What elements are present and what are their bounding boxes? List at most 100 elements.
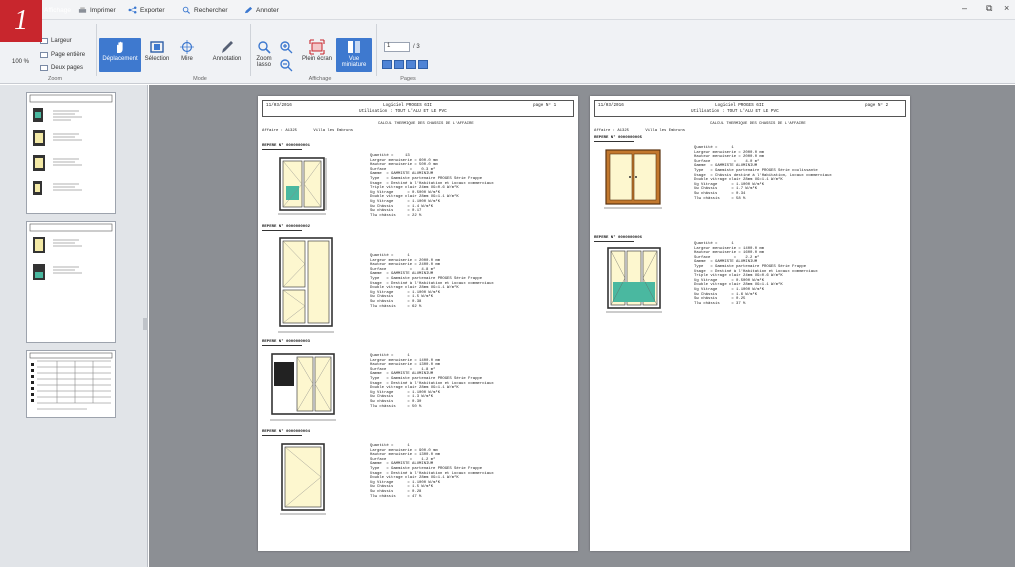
repere-underline [594, 141, 634, 142]
tab-imprimer[interactable]: Imprimer [78, 4, 116, 16]
first-page-button[interactable] [382, 60, 392, 69]
group-label-mode: Mode [193, 76, 207, 82]
page-number: page N° 1 [533, 103, 557, 108]
repere-underline [262, 230, 302, 231]
share-icon [128, 6, 137, 14]
tab-affichage-label: Affichage [44, 6, 71, 14]
spec-block-6: Quantité = 1 Largeur menuiserie = 1400.0… [694, 242, 818, 306]
crosshair-icon [177, 38, 197, 56]
zoom-largeur-button[interactable]: Largeur [40, 38, 72, 44]
selection-button[interactable]: Sélection [143, 38, 171, 62]
thumbnail-page-3-preview [29, 352, 113, 410]
window-drawing-6 [606, 247, 662, 313]
page-number-value: 1 [387, 43, 391, 49]
plein-ecran-button[interactable]: Plein écran [300, 38, 334, 62]
vue-miniature-label: Vue miniature [341, 56, 367, 68]
search-icon [182, 6, 191, 14]
zoom-in-icon [254, 38, 274, 56]
page-header: 11/03/2016 Logiciel PROGES 6II Utilisati… [262, 100, 574, 117]
repere-underline [262, 435, 302, 436]
repere-heading: REPERE N° 0000000004 [262, 430, 311, 434]
ribbon-separator [376, 24, 377, 76]
ribbon-separator [250, 24, 251, 76]
affaire-line: Affaire : A1325 Villa les Embruns [262, 129, 354, 133]
zoom-in-button[interactable]: Zoom lasso [253, 38, 275, 68]
repere-underline [262, 149, 302, 150]
thumbnail-view-icon [344, 38, 364, 56]
deplacement-label: Déplacement [102, 56, 138, 62]
page-icon [40, 52, 48, 58]
group-label-affichage: Affichage [308, 76, 332, 82]
thumbnail-page-1[interactable] [26, 92, 116, 214]
thumbnail-page-1-preview [29, 94, 113, 195]
spec-block-1: Quantité = 13 Largeur menuiserie = 600.0… [370, 154, 494, 218]
zoom-page-entiere-button[interactable]: Page entière [40, 52, 85, 58]
repere-underline [262, 345, 302, 346]
next-page-button[interactable] [406, 60, 416, 69]
step-badge: 1 [0, 0, 42, 42]
spec-block-5: Quantité = 1 Largeur menuiserie = 2000.0… [694, 146, 832, 201]
window-drawing-4 [280, 443, 326, 515]
thumbnail-panel [0, 85, 148, 567]
tab-imprimer-label: Imprimer [90, 6, 116, 14]
page-total: / 3 [413, 44, 420, 50]
tab-affichage[interactable]: Affichage [44, 4, 71, 16]
thumbnail-page-3[interactable] [26, 350, 116, 418]
page-title: CALCUL THERMIQUE DES CHASSIS DE L'AFFAIR… [378, 122, 474, 126]
zoom-minus-button[interactable] [278, 56, 294, 74]
plein-ecran-label: Plein écran [301, 56, 333, 62]
thumbnail-page-2[interactable] [26, 221, 116, 343]
page-software: Logiciel PROGES 6II [715, 103, 764, 108]
repere-heading: REPERE N° 0000000005 [594, 136, 643, 140]
selection-icon [147, 38, 167, 56]
vue-miniature-button[interactable]: Vue miniature [336, 38, 372, 72]
zoom-largeur-label: Largeur [51, 38, 72, 44]
tab-rechercher[interactable]: Rechercher [182, 4, 228, 16]
ribbon-separator [96, 24, 97, 76]
two-pages-icon [40, 65, 48, 71]
zoom-plus-button[interactable] [278, 38, 294, 56]
window-drawing-5 [604, 149, 662, 209]
deplacement-button[interactable]: Déplacement [99, 38, 141, 72]
panel-splitter[interactable] [143, 318, 148, 330]
annotation-button[interactable]: Annotation [209, 38, 245, 62]
group-label-zoom: Zoom [47, 76, 63, 82]
tab-annoter[interactable]: Annoter [244, 4, 279, 16]
spec-block-2: Quantité = 1 Largeur menuiserie = 2000.0… [370, 254, 494, 309]
spec-block-4: Quantité = 1 Largeur menuiserie = 900.0 … [370, 444, 494, 499]
repere-underline [594, 241, 634, 242]
pen-icon [217, 38, 237, 56]
document-page-1: 11/03/2016 Logiciel PROGES 6II Utilisati… [258, 96, 578, 551]
window-drawing-1 [278, 157, 327, 215]
affaire-line: Affaire : A1325 Villa les Embruns [594, 129, 686, 133]
document-page-2: 11/03/2016 Logiciel PROGES 6II Utilisati… [590, 96, 910, 551]
window-drawing-2 [278, 237, 334, 333]
repere-heading: REPERE N° 0000000002 [262, 225, 311, 229]
page-number-input[interactable]: 1 [384, 42, 410, 52]
mire-label: Mire [181, 56, 193, 62]
close-button[interactable]: × [1004, 3, 1009, 13]
page-date: 11/03/2016 [598, 103, 624, 108]
zoom-deux-pages-button[interactable]: Deux pages [40, 65, 83, 71]
page-software: Logiciel PROGES 6II [383, 103, 432, 108]
tab-exporter-label: Exporter [140, 6, 165, 14]
page-usage: Utilisation : TOUT L'ALU ET LE PVC [691, 109, 779, 114]
zoom-deux-pages-label: Deux pages [51, 65, 84, 71]
previous-page-button[interactable] [394, 60, 404, 69]
page-date: 11/03/2016 [266, 103, 292, 108]
restore-button[interactable]: ⧉ [986, 3, 992, 14]
tab-exporter[interactable]: Exporter [128, 4, 165, 16]
last-page-button[interactable] [418, 60, 428, 69]
page-header: 11/03/2016 Logiciel PROGES 6II Utilisati… [594, 100, 906, 117]
fullscreen-icon [307, 38, 327, 56]
minimize-button[interactable]: – [962, 3, 967, 13]
thumbnail-page-2-preview [29, 223, 113, 280]
zoom-minus-icon [276, 56, 296, 74]
zoom-plus-icon [276, 38, 296, 56]
mire-button[interactable]: Mire [175, 38, 199, 62]
zoom-value[interactable]: 100 % [12, 59, 29, 65]
tab-annoter-label: Annoter [256, 6, 279, 14]
repere-heading: REPERE N° 0000000003 [262, 340, 311, 344]
selection-label: Sélection [144, 56, 170, 62]
menu-bar: Affichage Imprimer Exporter Rechercher A… [0, 0, 1015, 20]
